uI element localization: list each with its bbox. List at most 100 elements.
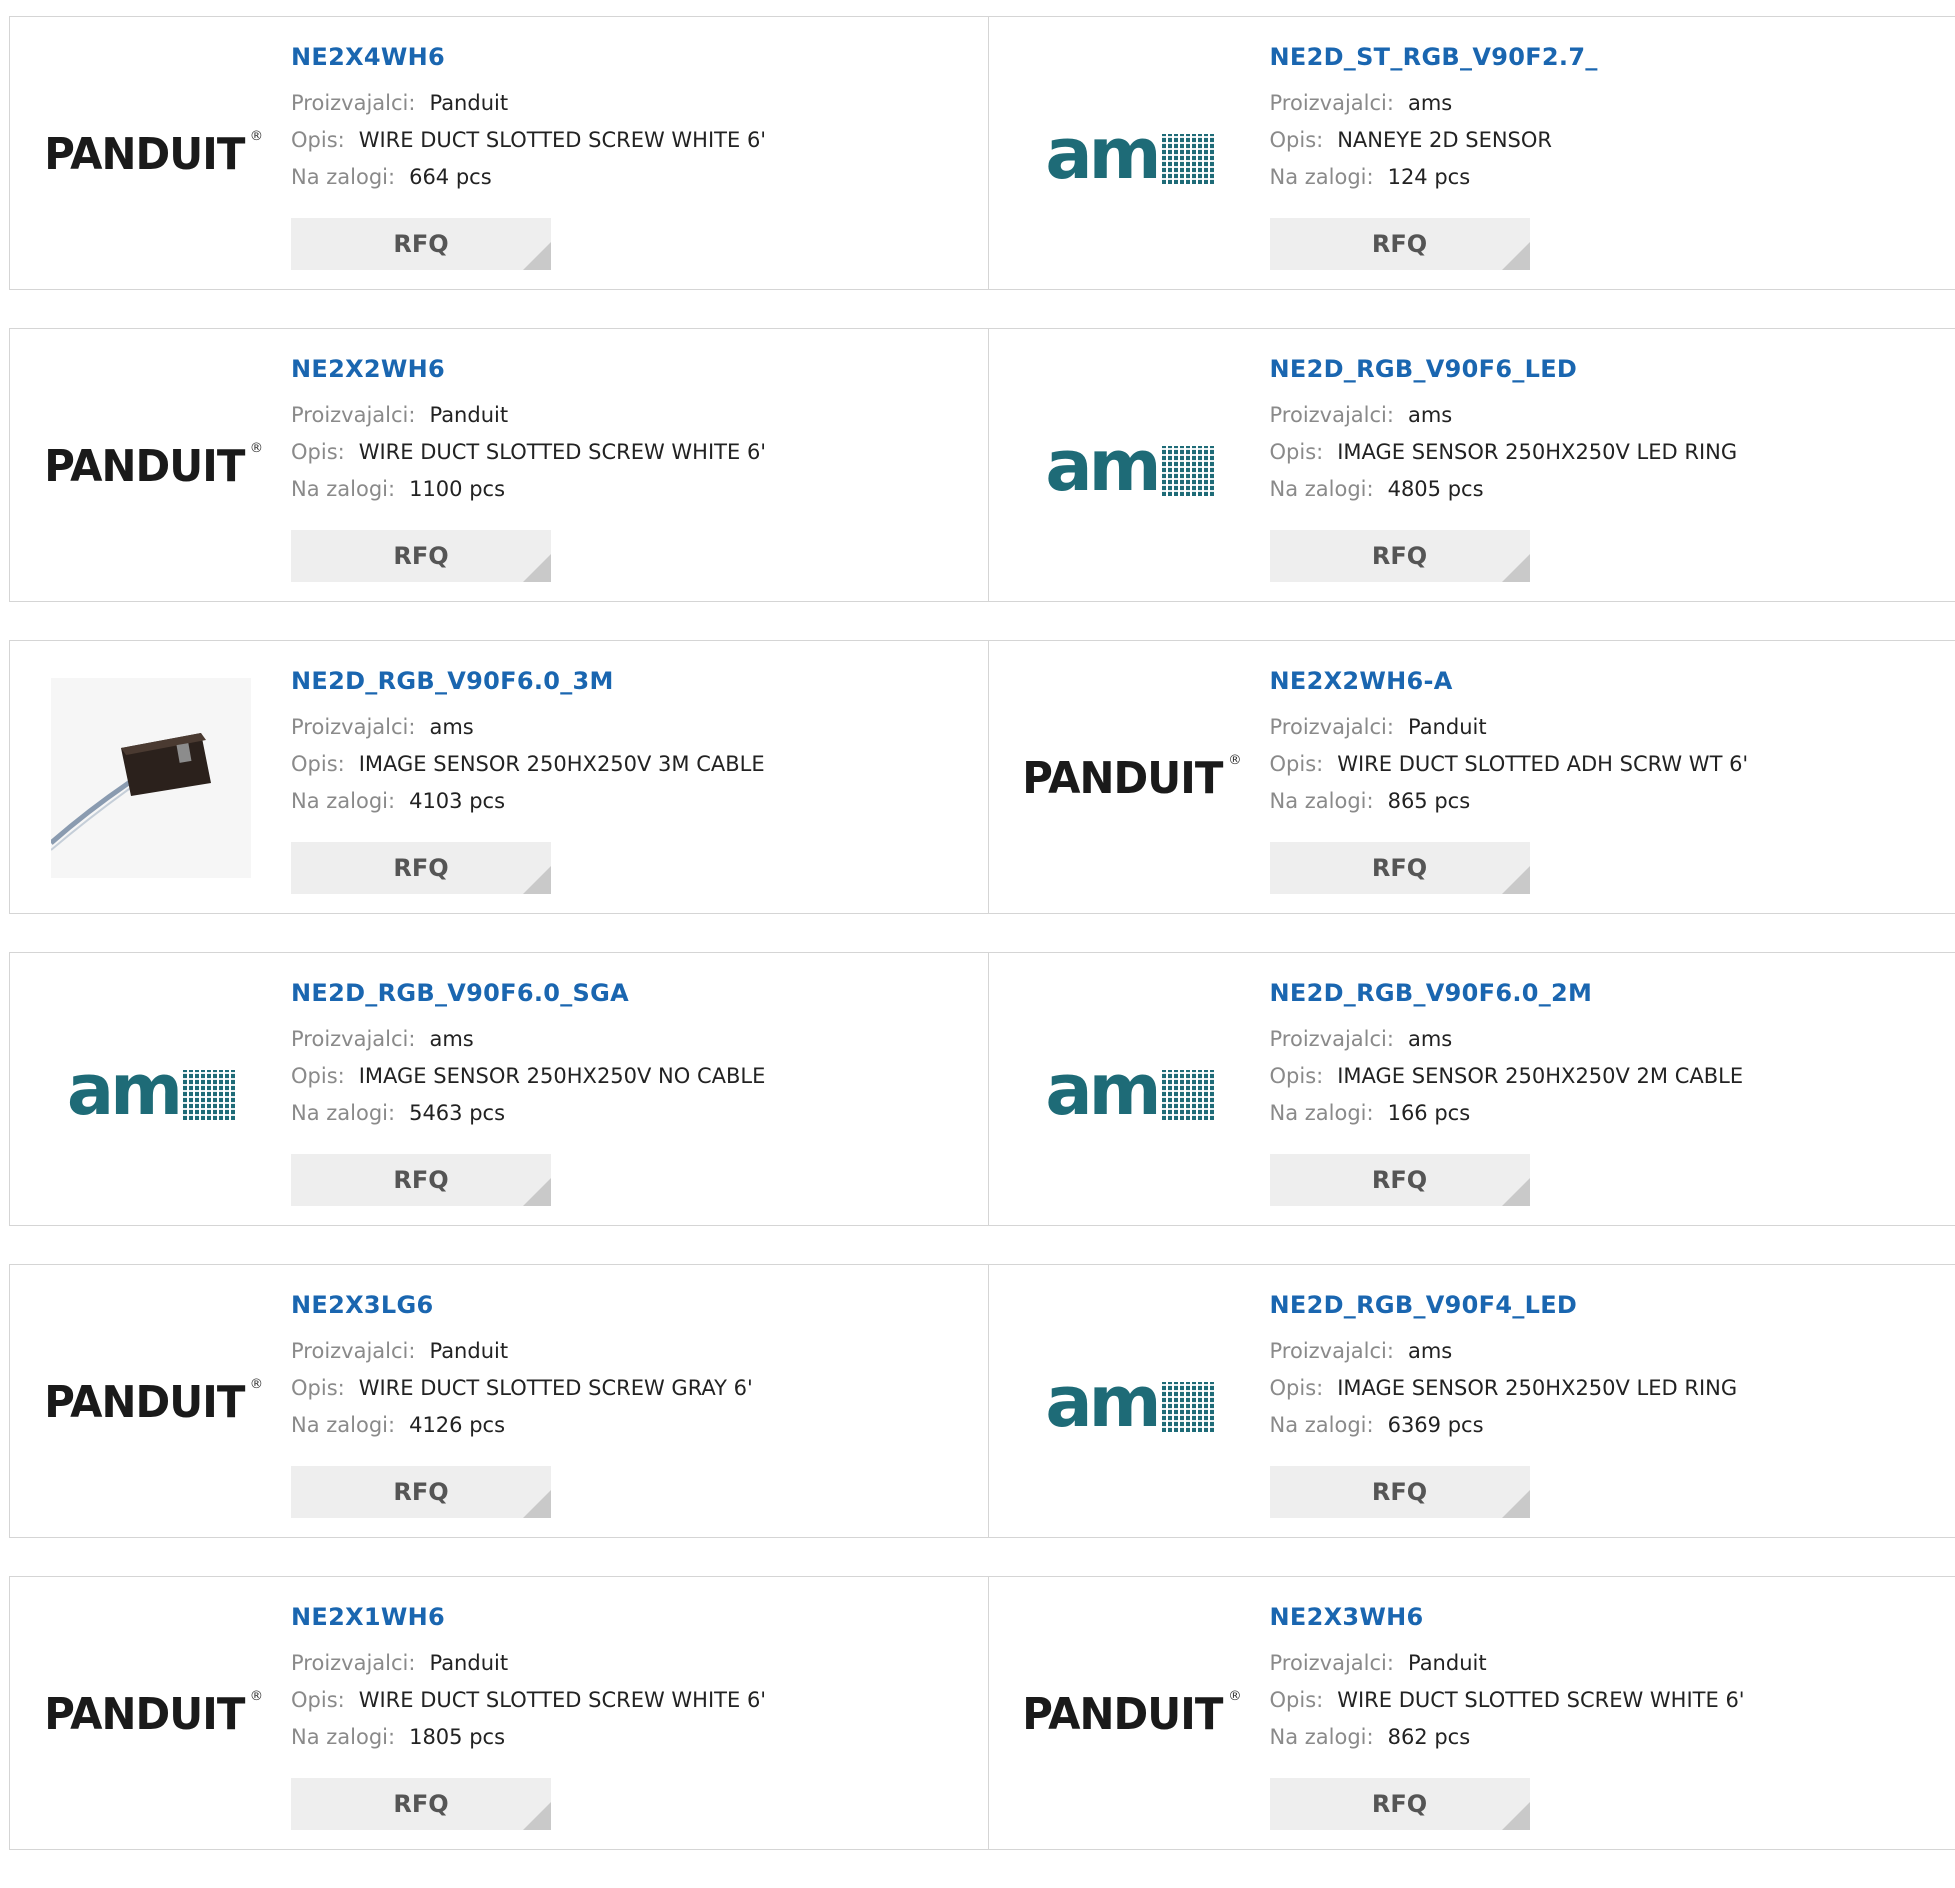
rfq-button[interactable]: RFQ xyxy=(291,1466,551,1518)
part-number-link[interactable]: NE2X1WH6 xyxy=(291,1603,766,1631)
stock-label: Na zalogi: xyxy=(1270,165,1374,189)
stock-label: Na zalogi: xyxy=(291,1413,395,1437)
ams-logo: am xyxy=(1045,1367,1213,1437)
description-line: Opis:WIRE DUCT SLOTTED SCREW GRAY 6' xyxy=(291,1370,753,1407)
product-row: NE2D_RGB_V90F6.0_3M Proizvajalci:ams Opi… xyxy=(9,640,1955,914)
manufacturer-label: Proizvajalci: xyxy=(1270,1027,1394,1051)
manufacturer-line: Proizvajalci:ams xyxy=(1270,1021,1744,1058)
description-line: Opis:NANEYE 2D SENSOR xyxy=(1270,122,1598,159)
manufacturer-logo[interactable]: PANDUIT® xyxy=(51,1302,251,1502)
part-number-link[interactable]: NE2X2WH6 xyxy=(291,355,766,383)
manufacturer-value: ams xyxy=(1408,403,1452,427)
product-row: PANDUIT® NE2X1WH6 Proizvajalci:Panduit O… xyxy=(9,1576,1955,1850)
rfq-button[interactable]: RFQ xyxy=(291,530,551,582)
description-line: Opis:IMAGE SENSOR 250HX250V LED RING xyxy=(1270,434,1738,471)
manufacturer-logo[interactable]: am xyxy=(1030,366,1230,566)
product-card: PANDUIT® NE2X3LG6 Proizvajalci:Panduit O… xyxy=(10,1265,988,1537)
product-row: am NE2D_RGB_V90F6.0_SGA Proizvajalci:ams… xyxy=(9,952,1955,1226)
rfq-button[interactable]: RFQ xyxy=(1270,842,1530,894)
rfq-button[interactable]: RFQ xyxy=(291,1154,551,1206)
product-info: NE2X2WH6 Proizvajalci:Panduit Opis:WIRE … xyxy=(291,355,766,508)
stock-line: Na zalogi:865 pcs xyxy=(1270,783,1749,820)
manufacturer-logo[interactable]: am xyxy=(1030,1302,1230,1502)
manufacturer-line: Proizvajalci:Panduit xyxy=(1270,1645,1745,1682)
manufacturer-logo[interactable]: PANDUIT® xyxy=(1030,1614,1230,1814)
stock-line: Na zalogi:6369 pcs xyxy=(1270,1407,1738,1444)
product-card: am NE2D_RGB_V90F6.0_SGA Proizvajalci:ams… xyxy=(10,953,988,1225)
ams-logo-grid-icon xyxy=(1162,1070,1214,1120)
manufacturer-value: ams xyxy=(429,715,473,739)
manufacturer-line: Proizvajalci:Panduit xyxy=(291,1645,766,1682)
manufacturer-line: Proizvajalci:Panduit xyxy=(291,1333,753,1370)
manufacturer-logo[interactable]: PANDUIT® xyxy=(51,54,251,254)
part-number-link[interactable]: NE2D_RGB_V90F6.0_3M xyxy=(291,667,765,695)
part-number-link[interactable]: NE2X3WH6 xyxy=(1270,1603,1745,1631)
manufacturer-logo[interactable]: am xyxy=(51,990,251,1190)
product-info: NE2X2WH6-A Proizvajalci:Panduit Opis:WIR… xyxy=(1270,667,1749,820)
part-number-link[interactable]: NE2D_RGB_V90F4_LED xyxy=(1270,1291,1738,1319)
manufacturer-line: Proizvajalci:ams xyxy=(1270,85,1598,122)
product-info: NE2D_RGB_V90F6.0_2M Proizvajalci:ams Opi… xyxy=(1270,979,1744,1132)
registered-mark-icon: ® xyxy=(250,441,263,492)
product-info: NE2X4WH6 Proizvajalci:Panduit Opis:WIRE … xyxy=(291,43,766,196)
manufacturer-logo[interactable]: PANDUIT® xyxy=(51,366,251,566)
manufacturer-label: Proizvajalci: xyxy=(291,403,415,427)
manufacturer-logo[interactable]: am xyxy=(1030,54,1230,254)
stock-line: Na zalogi:862 pcs xyxy=(1270,1719,1745,1756)
part-number-link[interactable]: NE2D_ST_RGB_V90F2.7_ xyxy=(1270,43,1598,71)
manufacturer-label: Proizvajalci: xyxy=(291,715,415,739)
manufacturer-logo[interactable]: am xyxy=(1030,990,1230,1190)
sensor-product-photo xyxy=(51,678,251,878)
manufacturer-value: ams xyxy=(1408,91,1452,115)
manufacturer-line: Proizvajalci:ams xyxy=(1270,397,1738,434)
manufacturer-logo[interactable] xyxy=(51,678,251,878)
description-value: IMAGE SENSOR 250HX250V 2M CABLE xyxy=(1337,1064,1743,1088)
stock-label: Na zalogi: xyxy=(291,789,395,813)
manufacturer-line: Proizvajalci:ams xyxy=(291,1021,765,1058)
description-value: IMAGE SENSOR 250HX250V LED RING xyxy=(1337,1376,1737,1400)
rfq-button[interactable]: RFQ xyxy=(1270,530,1530,582)
product-card: PANDUIT® NE2X2WH6-A Proizvajalci:Panduit… xyxy=(988,641,1955,913)
description-value: WIRE DUCT SLOTTED SCREW GRAY 6' xyxy=(359,1376,753,1400)
description-line: Opis:IMAGE SENSOR 250HX250V 2M CABLE xyxy=(1270,1058,1744,1095)
part-number-link[interactable]: NE2X4WH6 xyxy=(291,43,766,71)
rfq-button[interactable]: RFQ xyxy=(1270,1778,1530,1830)
product-row: PANDUIT® NE2X4WH6 Proizvajalci:Panduit O… xyxy=(9,16,1955,290)
stock-label: Na zalogi: xyxy=(1270,1413,1374,1437)
manufacturer-label: Proizvajalci: xyxy=(291,91,415,115)
manufacturer-line: Proizvajalci:Panduit xyxy=(291,397,766,434)
manufacturer-line: Proizvajalci:Panduit xyxy=(291,85,766,122)
rfq-button[interactable]: RFQ xyxy=(291,1778,551,1830)
manufacturer-logo[interactable]: PANDUIT® xyxy=(51,1614,251,1814)
part-number-link[interactable]: NE2D_RGB_V90F6.0_SGA xyxy=(291,979,765,1007)
manufacturer-value: Panduit xyxy=(429,1651,508,1675)
part-number-link[interactable]: NE2D_RGB_V90F6.0_2M xyxy=(1270,979,1744,1007)
manufacturer-value: Panduit xyxy=(1408,1651,1487,1675)
rfq-button[interactable]: RFQ xyxy=(291,842,551,894)
manufacturer-value: Panduit xyxy=(429,1339,508,1363)
stock-line: Na zalogi:5463 pcs xyxy=(291,1095,765,1132)
description-value: NANEYE 2D SENSOR xyxy=(1337,128,1552,152)
rfq-button[interactable]: RFQ xyxy=(1270,1154,1530,1206)
rfq-button[interactable]: RFQ xyxy=(1270,1466,1530,1518)
panduit-logo: PANDUIT xyxy=(1023,1689,1223,1740)
manufacturer-logo[interactable]: PANDUIT® xyxy=(1030,678,1230,878)
panduit-logo-wrap: PANDUIT® xyxy=(1017,1689,1241,1740)
description-value: WIRE DUCT SLOTTED SCREW WHITE 6' xyxy=(1337,1688,1744,1712)
panduit-logo-wrap: PANDUIT® xyxy=(39,129,263,180)
description-label: Opis: xyxy=(1270,1688,1324,1712)
stock-label: Na zalogi: xyxy=(1270,477,1374,501)
description-value: IMAGE SENSOR 250HX250V 3M CABLE xyxy=(359,752,765,776)
rfq-button[interactable]: RFQ xyxy=(1270,218,1530,270)
description-value: WIRE DUCT SLOTTED SCREW WHITE 6' xyxy=(359,440,766,464)
description-label: Opis: xyxy=(291,1064,345,1088)
manufacturer-label: Proizvajalci: xyxy=(1270,715,1394,739)
part-number-link[interactable]: NE2X3LG6 xyxy=(291,1291,753,1319)
panduit-logo-wrap: PANDUIT® xyxy=(39,441,263,492)
rfq-button[interactable]: RFQ xyxy=(291,218,551,270)
part-number-link[interactable]: NE2X2WH6-A xyxy=(1270,667,1749,695)
part-number-link[interactable]: NE2D_RGB_V90F6_LED xyxy=(1270,355,1738,383)
ams-logo-grid-icon xyxy=(1162,134,1214,184)
stock-line: Na zalogi:166 pcs xyxy=(1270,1095,1744,1132)
stock-value: 4103 pcs xyxy=(409,789,505,813)
